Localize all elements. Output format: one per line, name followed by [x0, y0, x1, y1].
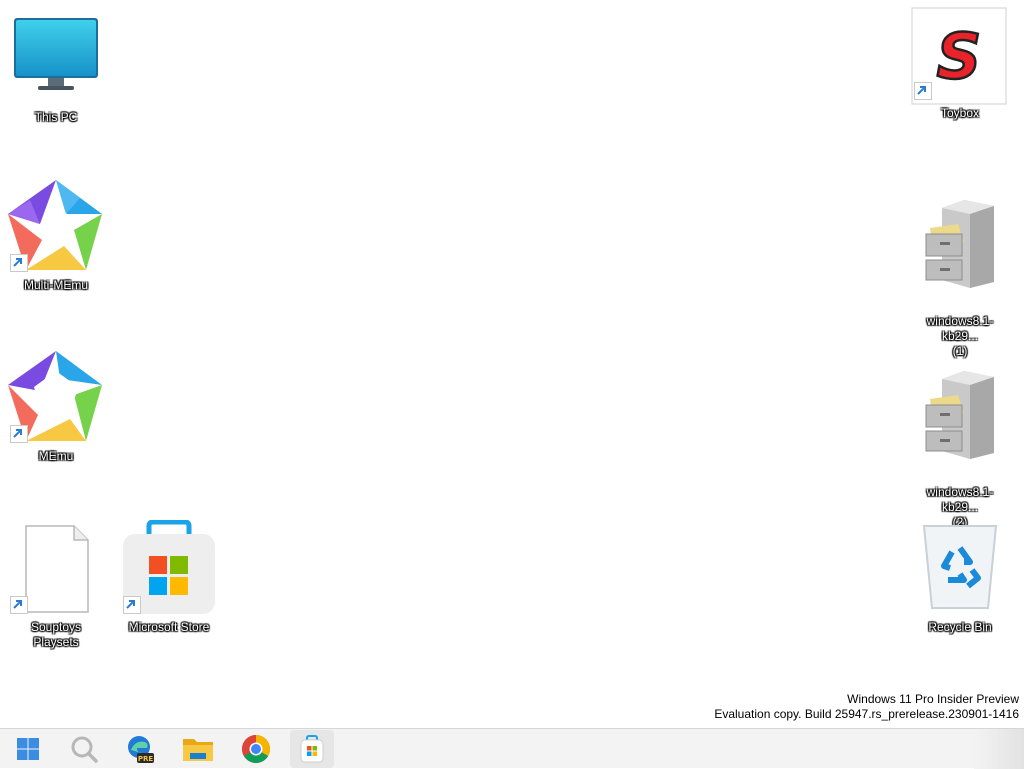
- desktop-icon-label: MEmu: [38, 449, 74, 463]
- search-button[interactable]: [62, 730, 106, 768]
- microsoft-store-bag-icon: [117, 520, 221, 620]
- microsoft-store-icon: [300, 735, 324, 763]
- edge-preview-button[interactable]: PRE: [118, 730, 162, 768]
- desktop-icon-multi-memu[interactable]: Multi-MEmu: [4, 178, 108, 293]
- desktop-icon-memu[interactable]: MEmu: [4, 349, 108, 464]
- taskbar: PRE: [0, 728, 1024, 769]
- microsoft-store-taskbar-button[interactable]: [290, 730, 334, 768]
- desktop-icon-this-pc[interactable]: This PC: [4, 10, 108, 125]
- svg-text:S: S: [937, 20, 982, 93]
- file-explorer-button[interactable]: [176, 730, 220, 768]
- shortcut-arrow-icon: [10, 254, 28, 272]
- show-desktop-edge[interactable]: [974, 729, 1024, 769]
- shortcut-arrow-icon: [914, 82, 932, 100]
- desktop: This PC Multi-MEmu MEmu Souptoys Playset…: [0, 0, 1024, 728]
- desktop-icon-souptoys-playsets[interactable]: Souptoys Playsets: [4, 520, 108, 650]
- memu-icon: [4, 349, 108, 449]
- desktop-icon-label: Souptoys Playsets: [30, 620, 82, 649]
- start-icon: [17, 738, 39, 760]
- start-button[interactable]: [6, 730, 50, 768]
- desktop-icon-label: This PC: [34, 110, 78, 124]
- chrome-button[interactable]: [234, 730, 278, 768]
- windows-watermark: Windows 11 Pro Insider Preview Evaluatio…: [714, 692, 1019, 722]
- blank-document-icon: [4, 520, 108, 620]
- shortcut-arrow-icon: [10, 425, 28, 443]
- toybox-s-logo-icon: S: [908, 6, 1012, 106]
- search-icon: [71, 736, 98, 763]
- filing-cabinet-icon: [908, 367, 1012, 467]
- shortcut-arrow-icon: [10, 596, 28, 614]
- desktop-icon-windows81-kb-1[interactable]: windows8.1-kb29... (1): [908, 178, 1012, 377]
- shortcut-arrow-icon: [123, 596, 141, 614]
- multi-memu-icon: [4, 178, 108, 278]
- desktop-icon-label: Recycle Bin: [928, 620, 992, 634]
- desktop-icon-toybox[interactable]: S Toybox: [908, 6, 1012, 121]
- desktop-icon-recycle-bin[interactable]: Recycle Bin: [908, 520, 1012, 635]
- monitor-icon: [4, 10, 108, 110]
- desktop-icon-windows81-kb-2[interactable]: windows8.1-kb29... (2): [908, 349, 1012, 548]
- desktop-icon-label: Microsoft Store: [128, 620, 210, 634]
- desktop-icon-label: Multi-MEmu: [23, 278, 88, 292]
- desktop-icon-microsoft-store[interactable]: Microsoft Store: [117, 520, 221, 635]
- chrome-icon: [242, 735, 270, 763]
- recycle-bin-icon: [908, 520, 1012, 620]
- watermark-line-2: Evaluation copy. Build 25947.rs_prerelea…: [714, 707, 1019, 721]
- edge-preview-icon: PRE: [128, 736, 154, 763]
- filing-cabinet-icon: [908, 196, 1012, 296]
- file-explorer-icon: [183, 739, 213, 761]
- watermark-line-1: Windows 11 Pro Insider Preview: [847, 692, 1019, 706]
- edge-badge-text: PRE: [138, 755, 154, 763]
- desktop-icon-label: Toybox: [940, 106, 980, 120]
